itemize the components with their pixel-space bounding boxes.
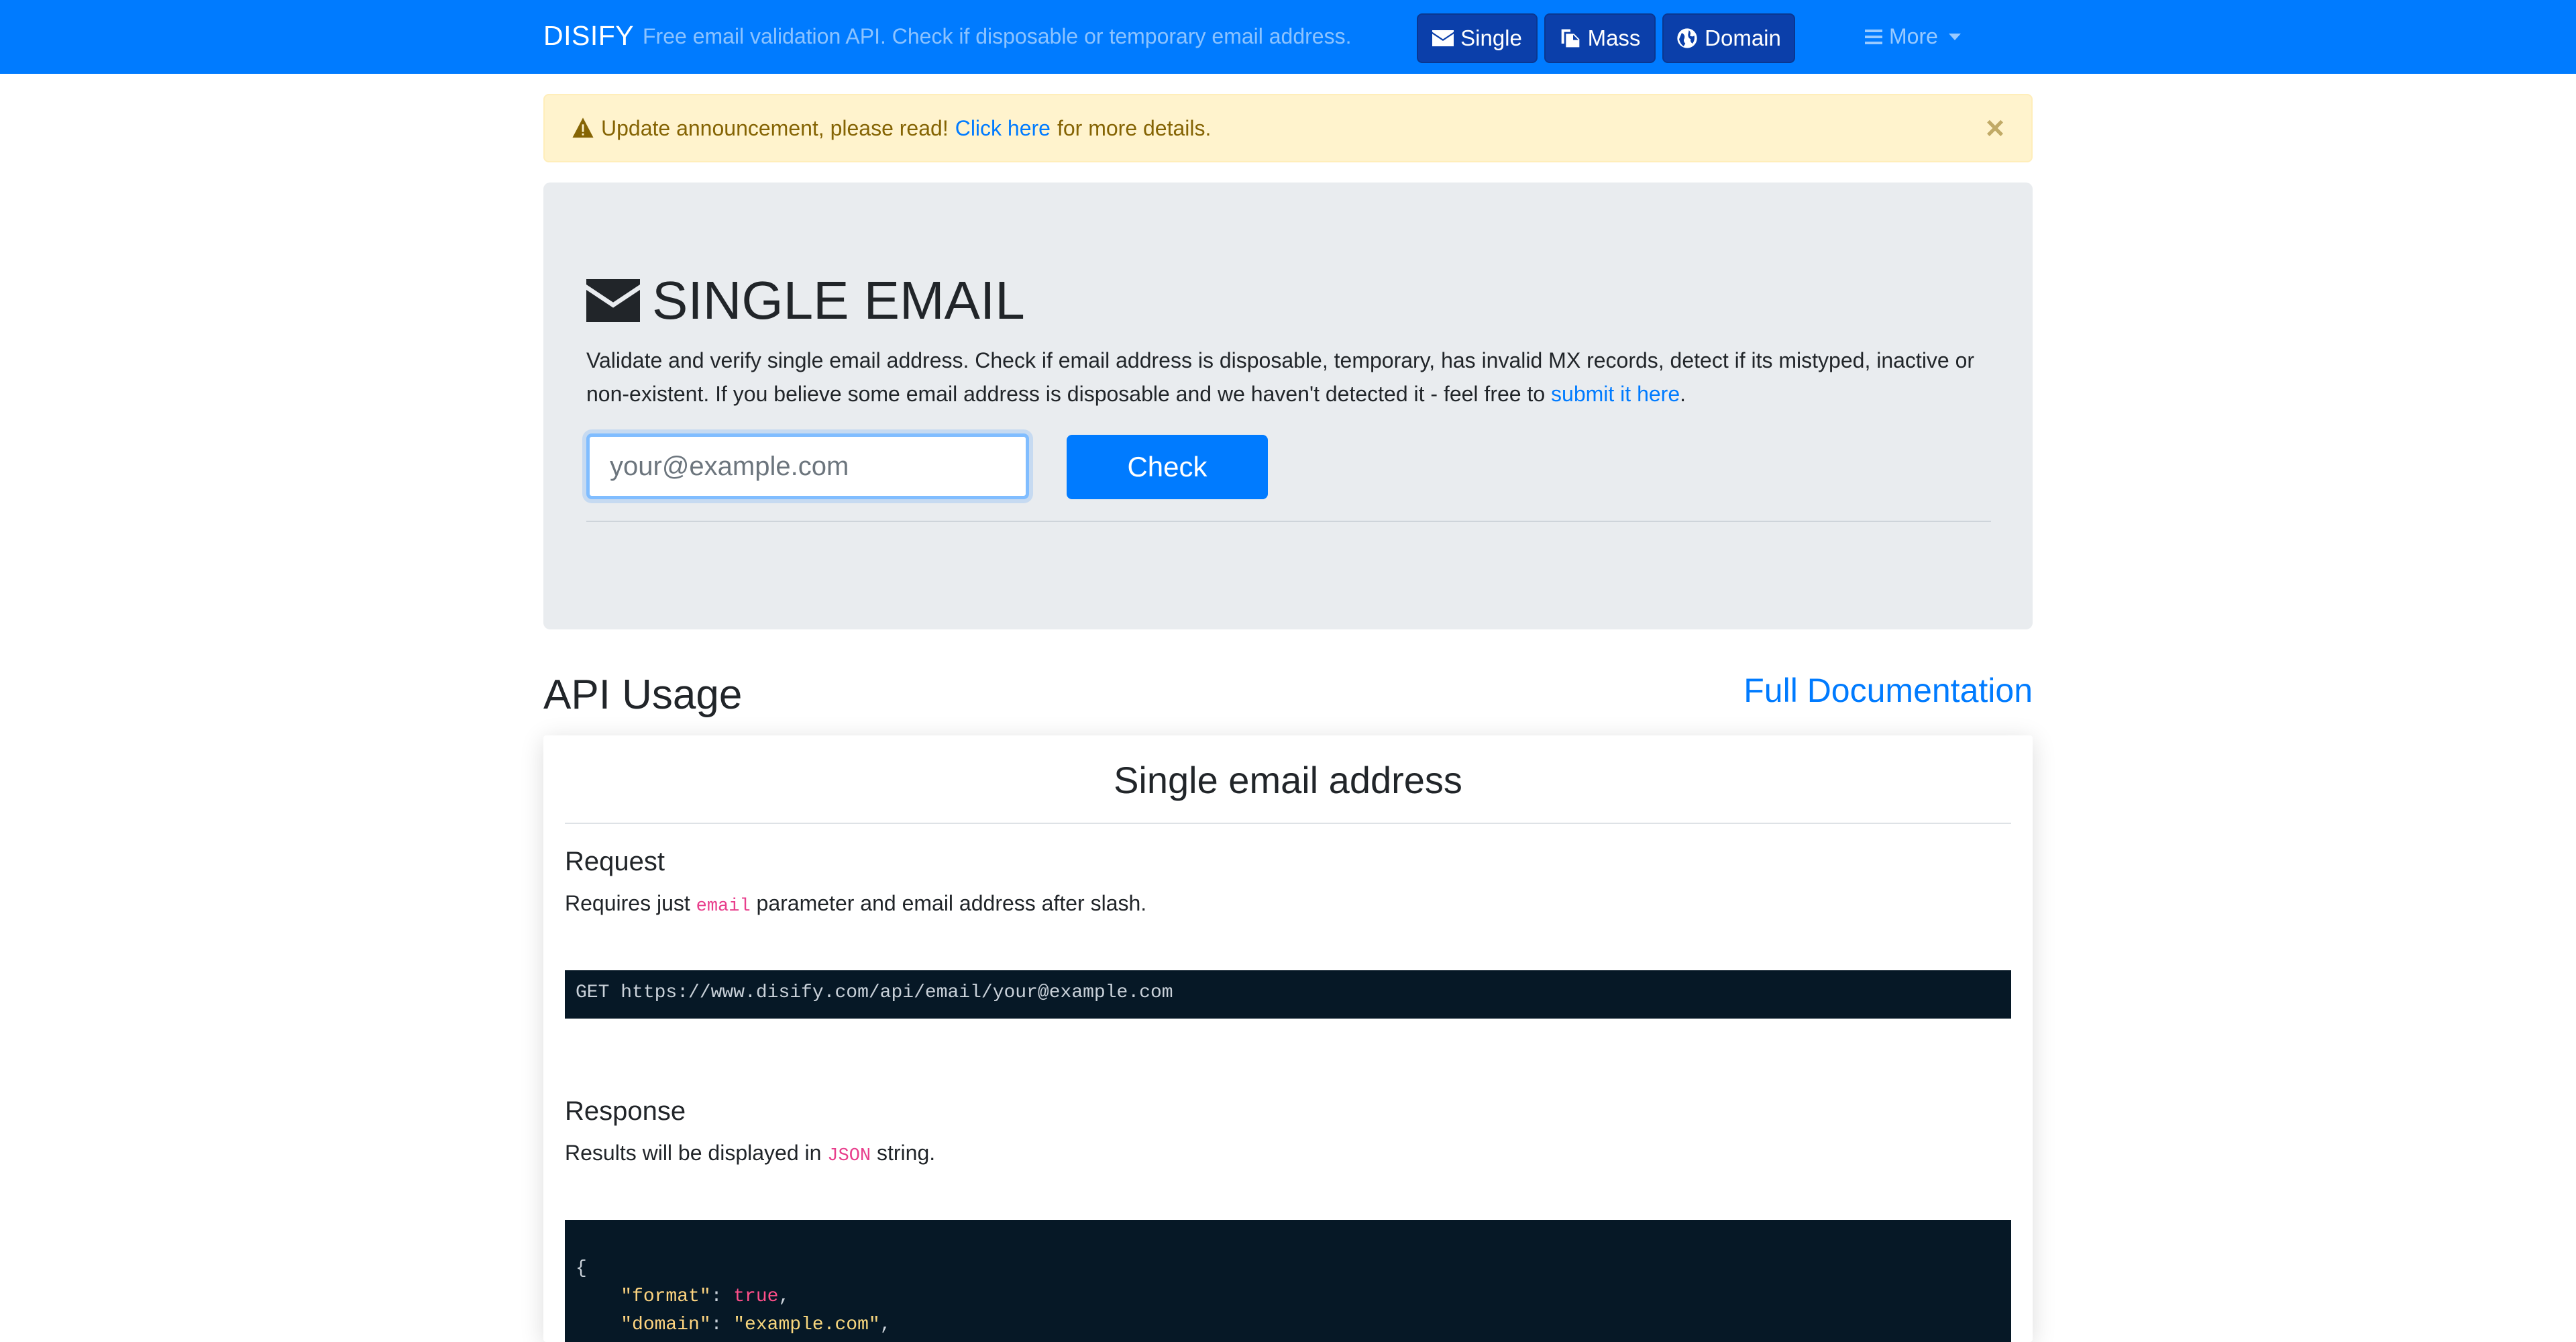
response-text-after: string.: [877, 1141, 936, 1165]
page-title-text: SINGLE EMAIL: [652, 270, 1025, 330]
description-end: .: [1680, 382, 1686, 406]
brand-logo[interactable]: DISIFY: [543, 20, 634, 52]
request-example-code: GET https://www.disify.com/api/email/you…: [565, 970, 2011, 1019]
request-heading: Request: [565, 847, 665, 876]
card-title: Single email address: [1114, 759, 1462, 801]
copy-icon: [1561, 29, 1579, 48]
nav-mass-button[interactable]: Mass: [1544, 13, 1656, 63]
warning-icon: [572, 117, 594, 138]
single-email-panel: SINGLE EMAIL Validate and verify single …: [543, 183, 2033, 629]
response-format-code: JSON: [827, 1146, 871, 1166]
request-text-after: parameter and email address after slash.: [756, 891, 1147, 915]
description-text: Validate and verify single email address…: [586, 348, 1975, 406]
divider: [586, 521, 1991, 522]
request-description: Requires just email parameter and email …: [565, 891, 1146, 917]
json-key: "domain": [621, 1314, 711, 1335]
response-example-code: { "format": true, "domain": "example.com…: [565, 1220, 2011, 1342]
caret-down-icon: [1948, 33, 1961, 40]
alert-link[interactable]: Click here: [955, 116, 1051, 141]
envelope-icon: [1432, 30, 1454, 46]
close-icon[interactable]: ×: [1986, 113, 2004, 145]
nav-mass-label: Mass: [1587, 25, 1641, 50]
menu-icon: [1865, 29, 1882, 44]
request-param-code: email: [696, 896, 751, 917]
site-tagline: Free email validation API. Check if disp…: [643, 24, 1352, 48]
api-card: Single email address Request Requires ju…: [543, 735, 2033, 1342]
envelope-icon: [586, 279, 640, 322]
announcement-alert: Update announcement, please read! Click …: [543, 94, 2033, 162]
request-text-before: Requires just: [565, 891, 690, 915]
nav-single-label: Single: [1460, 25, 1522, 50]
alert-text: Update announcement, please read!: [601, 115, 949, 140]
json-brace: {: [576, 1258, 587, 1279]
top-navbar: DISIFY Free email validation API. Check …: [0, 0, 2576, 74]
alert-suffix: for more details.: [1057, 115, 1212, 140]
page-description: Validate and verify single email address…: [586, 344, 1995, 411]
json-key: "format": [621, 1286, 711, 1307]
divider: [565, 823, 2011, 824]
response-description: Results will be displayed in JSON string…: [565, 1141, 935, 1166]
globe-icon: [1677, 28, 1697, 48]
json-value: true: [733, 1286, 779, 1307]
submit-link[interactable]: submit it here: [1551, 382, 1680, 406]
more-label: More: [1889, 24, 1938, 48]
nav-domain-button[interactable]: Domain: [1662, 13, 1795, 63]
check-button[interactable]: Check: [1067, 435, 1268, 499]
json-value: "example.com": [733, 1314, 880, 1335]
response-text-before: Results will be displayed in: [565, 1141, 822, 1165]
full-documentation-link[interactable]: Full Documentation: [1743, 671, 2033, 710]
email-input[interactable]: [586, 433, 1029, 499]
nav-domain-label: Domain: [1705, 25, 1781, 50]
nav-single-button[interactable]: Single: [1417, 13, 1538, 63]
api-usage-heading: API Usage: [543, 672, 743, 718]
more-dropdown[interactable]: More: [1865, 24, 1961, 49]
response-heading: Response: [565, 1096, 686, 1126]
page-title: SINGLE EMAIL: [586, 270, 1025, 331]
